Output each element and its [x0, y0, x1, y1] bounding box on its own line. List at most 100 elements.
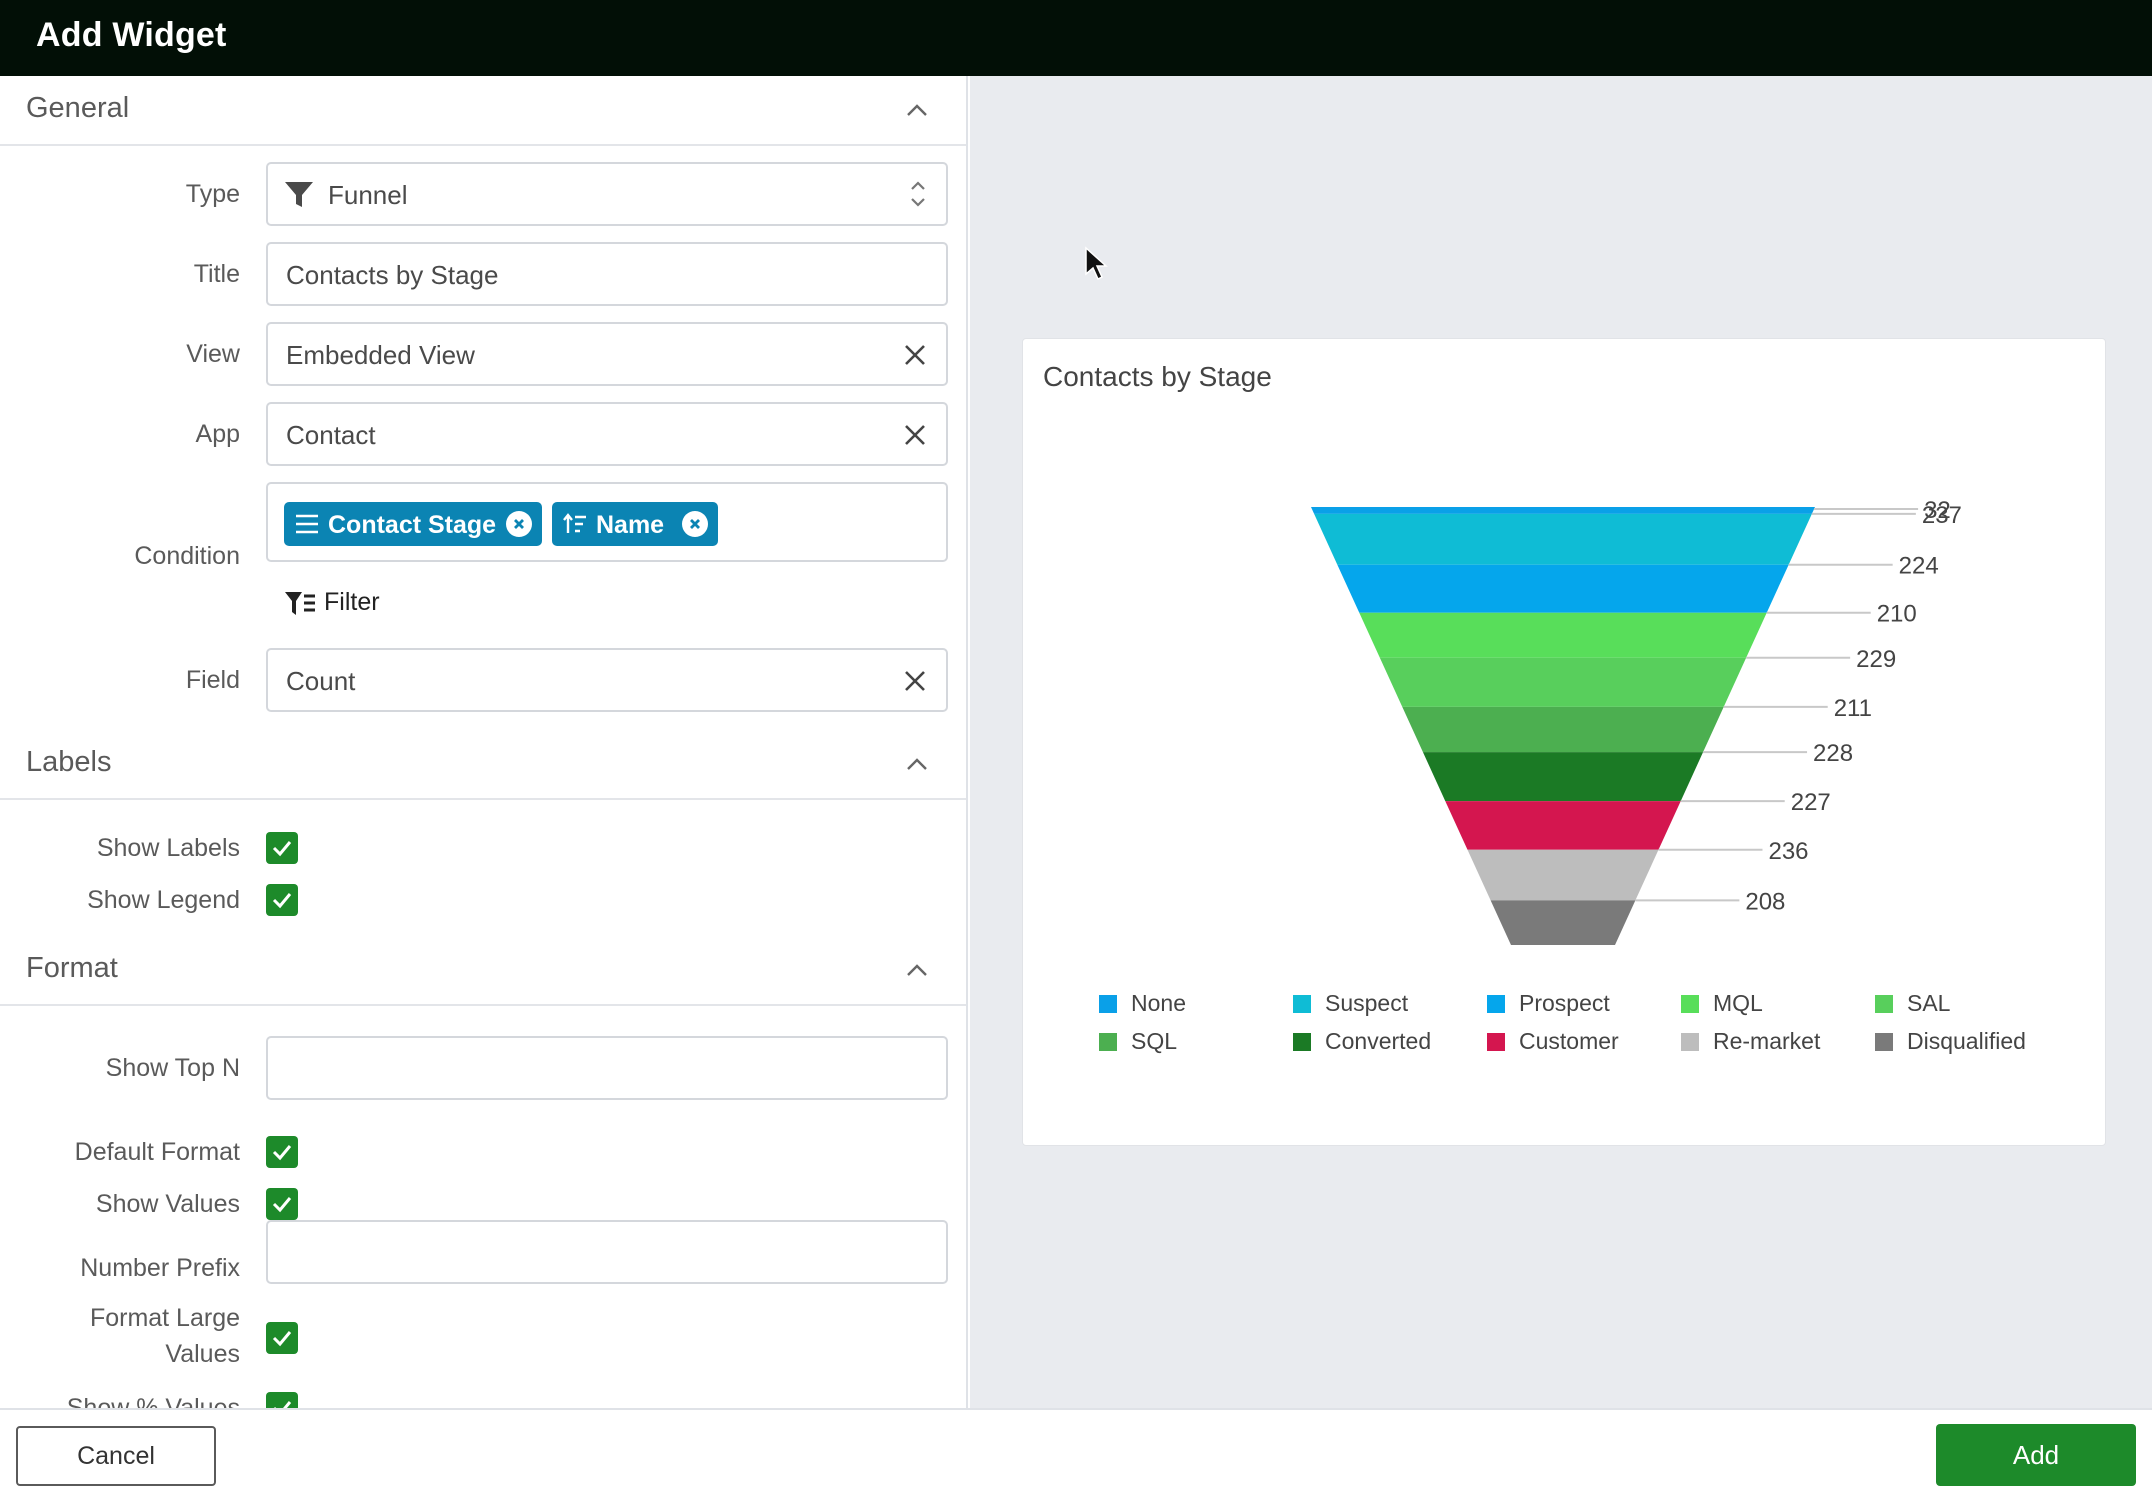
chip-remove-icon[interactable]	[682, 511, 708, 537]
funnel-segment-converted[interactable]	[1422, 752, 1704, 802]
legend-label: Prospect	[1519, 990, 1610, 1016]
chevron-up-icon[interactable]	[906, 754, 928, 776]
number-prefix-input[interactable]	[266, 1220, 948, 1284]
show-pct-values-checkbox[interactable]	[266, 1392, 298, 1408]
legend-item[interactable]: Prospect	[1487, 990, 1610, 1016]
legend-swatch	[1293, 995, 1311, 1013]
title-label: Title	[193, 260, 240, 288]
default-format-checkbox[interactable]	[266, 1136, 298, 1168]
section-general-header[interactable]: General	[0, 76, 966, 146]
clear-icon[interactable]	[902, 668, 928, 694]
funnel-segment-none[interactable]	[1311, 507, 1815, 514]
data-label: 208	[1745, 888, 1785, 915]
dialog-footer: Cancel Add	[0, 1408, 2152, 1490]
legend-item[interactable]: SQL	[1099, 1028, 1177, 1054]
condition-chip-contact-stage[interactable]: Contact Stage	[284, 502, 542, 546]
legend-label: Re-market	[1713, 1028, 1821, 1054]
type-select[interactable]: Funnel	[266, 162, 948, 226]
default-format-label: Default Format	[74, 1138, 240, 1166]
legend-label: SAL	[1907, 990, 1951, 1016]
data-label: 229	[1856, 646, 1896, 673]
legend-swatch	[1487, 995, 1505, 1013]
show-values-checkbox[interactable]	[266, 1188, 298, 1220]
app-value: Contact	[286, 420, 376, 450]
funnel-segment-sal[interactable]	[1379, 657, 1747, 707]
chip-label: Contact Stage	[328, 511, 497, 539]
chip-remove-icon[interactable]	[506, 511, 532, 537]
funnel-segment-suspect[interactable]	[1314, 513, 1812, 565]
format-large-values-label-1: Format Large	[89, 1304, 240, 1332]
section-title: General	[26, 92, 130, 124]
legend-item[interactable]: SAL	[1875, 990, 1951, 1016]
legend-item[interactable]: Customer	[1487, 1028, 1619, 1054]
funnel-segment-mql[interactable]	[1359, 612, 1767, 658]
title-input[interactable]: Contacts by Stage	[266, 242, 948, 306]
show-labels-checkbox[interactable]	[266, 832, 298, 864]
format-large-values-label-2: Values	[165, 1340, 240, 1368]
chevron-up-icon[interactable]	[906, 960, 928, 982]
legend-swatch	[1681, 995, 1699, 1013]
legend-item[interactable]: MQL	[1681, 990, 1763, 1016]
show-legend-checkbox[interactable]	[266, 884, 298, 916]
chip-label: Name	[596, 511, 665, 539]
show-labels-label: Show Labels	[96, 834, 240, 862]
view-select[interactable]: Embedded View	[266, 322, 948, 386]
section-format-header[interactable]: Format	[0, 936, 966, 1006]
show-top-n-input[interactable]	[266, 1036, 948, 1100]
type-value: Funnel	[328, 180, 408, 210]
funnel-segment-sql[interactable]	[1402, 706, 1724, 753]
data-label: 211	[1834, 695, 1872, 722]
legend-swatch	[1487, 1033, 1505, 1051]
condition-field[interactable]: Contact Stage Name	[266, 482, 948, 562]
show-values-label: Show Values	[95, 1190, 240, 1218]
sort-icon	[563, 513, 586, 533]
filter-label: Filter	[324, 588, 380, 616]
cancel-button[interactable]: Cancel	[16, 1426, 216, 1486]
dialog-header: Add Widget	[0, 0, 2152, 76]
add-button[interactable]: Add	[1936, 1424, 2136, 1486]
data-label: 224	[1899, 553, 1939, 580]
select-arrows-icon	[911, 181, 925, 207]
funnel-icon	[285, 182, 313, 207]
funnel-segment-customer[interactable]	[1445, 801, 1681, 850]
legend-label: None	[1131, 990, 1186, 1016]
data-label: 227	[1791, 789, 1831, 816]
legend-label: Disqualified	[1907, 1028, 2026, 1054]
funnel-segment-disqualified[interactable]	[1490, 900, 1636, 945]
field-value: Count	[286, 666, 356, 696]
data-label: 228	[1813, 740, 1853, 767]
legend-swatch	[1099, 995, 1117, 1013]
data-label: 236	[1768, 838, 1808, 865]
clear-icon[interactable]	[902, 422, 928, 448]
legend-item[interactable]: Suspect	[1293, 990, 1409, 1016]
legend-swatch	[1875, 1033, 1893, 1051]
settings-panel[interactable]: General Type Funnel Title Contacts by St…	[0, 76, 968, 1408]
group-lines-icon	[296, 514, 318, 534]
condition-chip-name[interactable]: Name	[552, 502, 718, 546]
legend-swatch	[1293, 1033, 1311, 1051]
funnel-segment-re-market[interactable]	[1467, 849, 1659, 901]
chevron-up-icon[interactable]	[906, 100, 928, 122]
funnel-segment-prospect[interactable]	[1337, 564, 1789, 613]
data-label: 210	[1877, 601, 1917, 628]
show-top-n-label: Show Top N	[105, 1054, 240, 1082]
legend-item[interactable]: Disqualified	[1875, 1028, 2026, 1054]
check-icon	[272, 1145, 292, 1161]
field-select[interactable]: Count	[266, 648, 948, 712]
widget-preview-title: Contacts by Stage	[1043, 361, 1272, 392]
title-value: Contacts by Stage	[286, 260, 499, 290]
legend-label: SQL	[1131, 1028, 1177, 1054]
section-labels-header[interactable]: Labels	[0, 730, 966, 800]
legend-item[interactable]: Re-market	[1681, 1028, 1821, 1054]
app-select[interactable]: Contact	[266, 402, 948, 466]
legend-item[interactable]: None	[1099, 990, 1186, 1016]
section-title: Labels	[26, 746, 112, 778]
clear-icon[interactable]	[902, 342, 928, 368]
condition-label: Condition	[134, 542, 240, 570]
legend-label: MQL	[1713, 990, 1763, 1016]
legend-item[interactable]: Converted	[1293, 1028, 1431, 1054]
widget-preview-card: 32 237 224 210 229 211 228 227 236 208 None Suspect…	[1022, 338, 2106, 1146]
filter-icon	[285, 592, 315, 615]
preview-panel: 32 237 224 210 229 211 228 227 236 208 None Suspect…	[970, 76, 2152, 1408]
format-large-values-checkbox[interactable]	[266, 1322, 298, 1354]
